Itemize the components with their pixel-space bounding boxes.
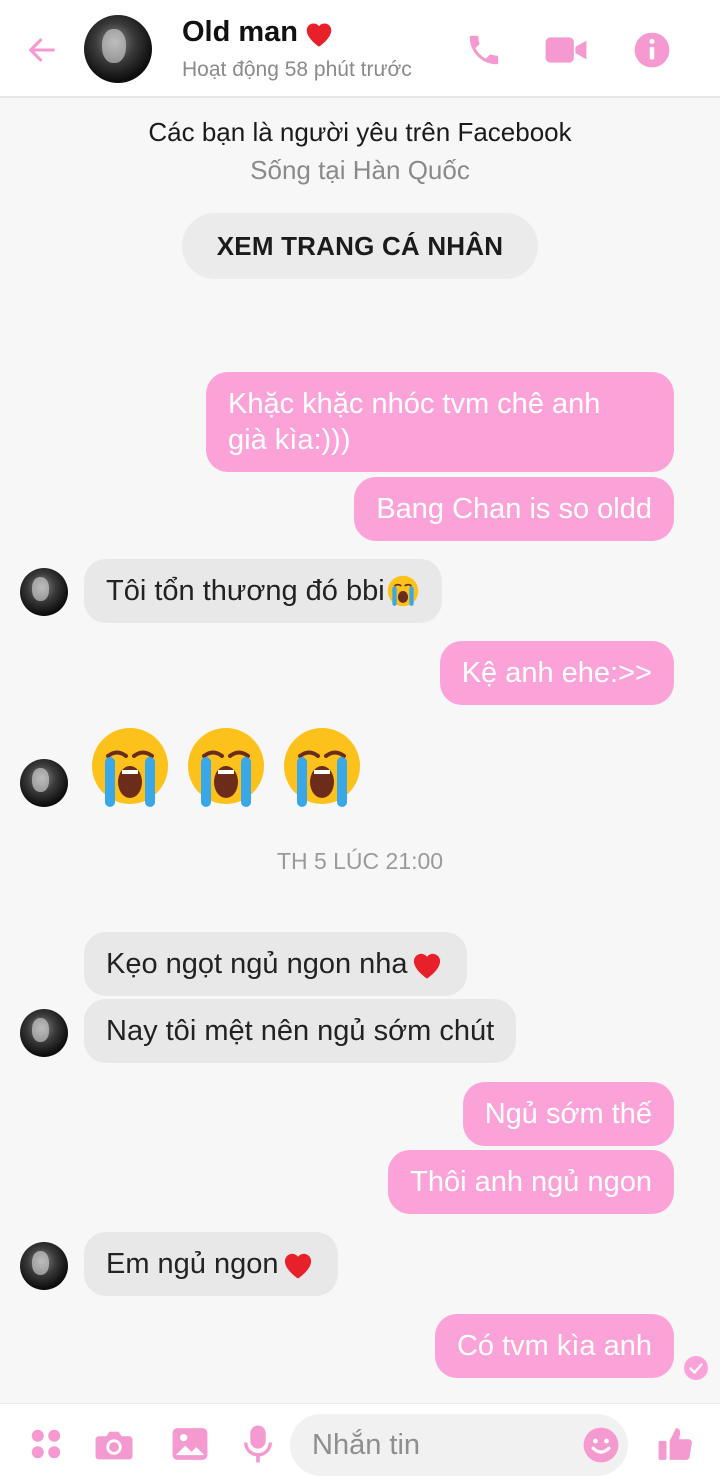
like-button[interactable] xyxy=(656,1424,696,1464)
message-bubble[interactable]: Kẹo ngọt ngủ ngon nha xyxy=(84,932,467,996)
message-bubble[interactable]: Ngủ sớm thế xyxy=(462,1082,674,1146)
call-button[interactable] xyxy=(462,28,506,72)
info-icon xyxy=(634,32,670,68)
message-bubble[interactable]: Kệ anh ehe:>> xyxy=(439,641,674,705)
emoji-icon[interactable] xyxy=(582,1426,620,1464)
thumbs-up-icon xyxy=(658,1428,692,1460)
messenger-chat-screen: Old man Hoạt động 58 phút trước Các bạn … xyxy=(0,0,720,1483)
sent-check-icon xyxy=(684,1356,708,1380)
gallery-button[interactable] xyxy=(170,1424,210,1464)
large-emoji-message[interactable] xyxy=(88,726,364,810)
message-bubble[interactable]: Tôi tổn thương đó bbi xyxy=(84,559,442,623)
active-status: Hoạt động 58 phút trước xyxy=(182,58,412,81)
chat-header: Old man Hoạt động 58 phút trước xyxy=(0,0,720,98)
crying-face-icon xyxy=(387,575,418,607)
camera-button[interactable] xyxy=(94,1424,134,1464)
red-heart-icon xyxy=(306,22,332,47)
message-bubble[interactable]: Nay tôi mệt nên ngủ sớm chút xyxy=(84,999,517,1063)
apps-grid-icon xyxy=(31,1429,61,1459)
microphone-icon xyxy=(244,1425,272,1463)
camera-icon xyxy=(95,1431,133,1460)
message-input-container xyxy=(290,1414,628,1476)
message-bubble[interactable]: Bang Chan is so oldd xyxy=(354,477,674,541)
message-timestamp: TH 5 LÚC 21:00 xyxy=(276,848,444,874)
back-button[interactable] xyxy=(22,30,62,70)
gallery-icon xyxy=(172,1428,208,1460)
red-heart-icon xyxy=(413,953,440,979)
contact-avatar-small[interactable] xyxy=(20,1009,68,1057)
contact-avatar-small[interactable] xyxy=(20,1242,68,1290)
video-call-button[interactable] xyxy=(544,28,588,72)
info-button[interactable] xyxy=(630,28,674,72)
loudly-crying-face-icon xyxy=(92,728,168,807)
back-arrow-icon xyxy=(29,38,55,62)
relationship-info: Các bạn là người yêu trên Facebook xyxy=(148,117,572,147)
loudly-crying-face-icon xyxy=(284,728,360,807)
contact-avatar[interactable] xyxy=(84,15,152,83)
message-bubble[interactable]: Em ngủ ngon xyxy=(84,1232,338,1296)
apps-button[interactable] xyxy=(26,1424,66,1464)
message-bubble[interactable]: Thôi anh ngủ ngon xyxy=(388,1150,674,1214)
location-info: Sống tại Hàn Quốc xyxy=(250,155,470,185)
red-heart-icon xyxy=(284,1253,311,1279)
message-bubble[interactable]: Có tvm kìa anh xyxy=(434,1314,674,1378)
video-camera-icon xyxy=(545,37,587,63)
view-profile-button[interactable]: XEM TRANG CÁ NHÂN xyxy=(182,213,538,279)
message-input[interactable] xyxy=(312,1414,562,1476)
message-composer xyxy=(0,1403,720,1483)
voice-button[interactable] xyxy=(238,1424,278,1464)
loudly-crying-face-icon xyxy=(188,728,264,807)
phone-icon xyxy=(469,35,499,65)
contact-avatar-small[interactable] xyxy=(20,568,68,616)
message-bubble[interactable]: Khặc khặc nhóc tvm chê anh già kìa:))) xyxy=(206,372,674,472)
contact-avatar-small[interactable] xyxy=(20,759,68,807)
contact-name[interactable]: Old man xyxy=(182,16,336,49)
